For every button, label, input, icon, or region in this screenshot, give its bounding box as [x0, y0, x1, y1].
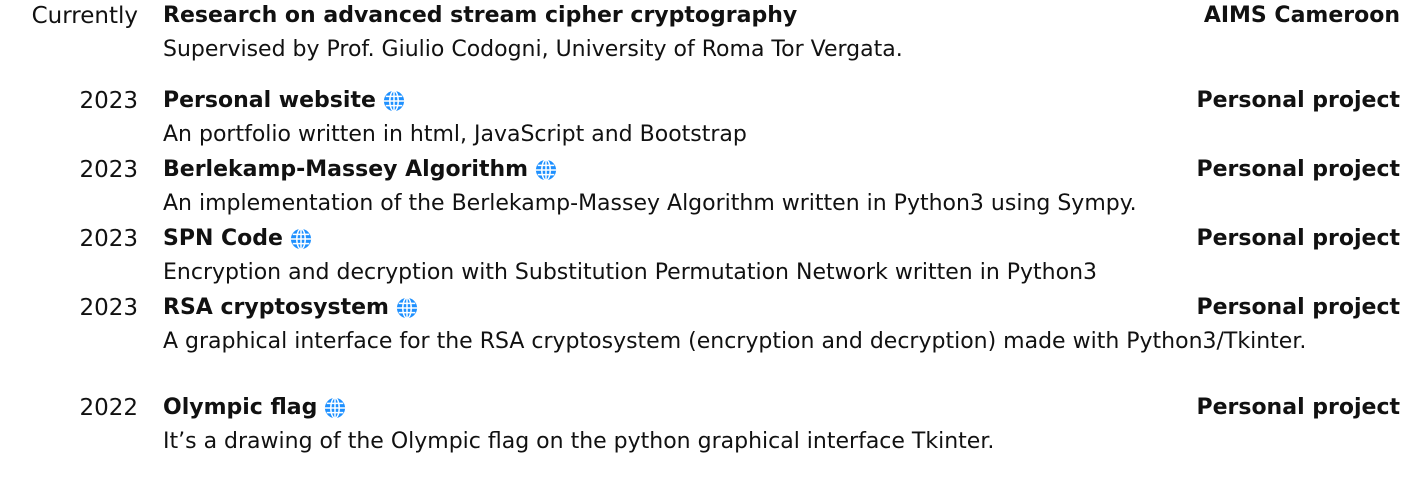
entry-description: An implementation of the Berlekamp-Masse… — [163, 191, 1137, 216]
entry-title-wrap: SPN Code — [163, 223, 313, 255]
entry-date: 2023 — [79, 226, 138, 252]
entry-title: Berlekamp-Massey Algorithm — [163, 157, 529, 182]
entry-title-wrap: Olympic flag — [163, 392, 347, 424]
entry-title: RSA cryptosystem — [163, 295, 389, 320]
entry-title: Olympic flag — [163, 395, 318, 420]
entry-title: SPN Code — [163, 226, 283, 251]
entry-organization: Personal project — [1196, 157, 1400, 182]
entry-date: 2022 — [79, 395, 138, 421]
globe-icon[interactable] — [382, 89, 406, 113]
entry-date: Currently — [31, 3, 138, 29]
entry-description: It’s a drawing of the Olympic flag on th… — [163, 429, 995, 454]
entry-date: 2023 — [79, 295, 138, 321]
entry-title-wrap: RSA cryptosystem — [163, 292, 419, 324]
entry-title: Personal website — [163, 88, 376, 113]
entry-title-row: SPN Code Personal project — [163, 223, 1400, 255]
entry-description: Supervised by Prof. Giulio Codogni, Univ… — [163, 37, 903, 62]
globe-icon[interactable] — [395, 296, 419, 320]
entry-title-row: Personal website Personal project — [163, 85, 1400, 117]
entry-title: Research on advanced stream cipher crypt… — [163, 3, 798, 28]
entry-organization: Personal project — [1196, 88, 1400, 113]
globe-icon[interactable] — [289, 227, 313, 251]
entry-title-row: Research on advanced stream cipher crypt… — [163, 0, 1400, 32]
globe-icon[interactable] — [534, 158, 558, 182]
entry-organization: Personal project — [1196, 295, 1400, 320]
globe-icon[interactable] — [323, 396, 347, 420]
entry-title-row: RSA cryptosystem Personal project — [163, 292, 1400, 324]
entry-description: A graphical interface for the RSA crypto… — [163, 329, 1307, 354]
entry-organization: Personal project — [1196, 226, 1400, 251]
entry-title-wrap: Research on advanced stream cipher crypt… — [163, 0, 797, 32]
entry-date: 2023 — [79, 88, 138, 114]
entry-title-wrap: Personal website — [163, 85, 406, 117]
entry-organization: Personal project — [1196, 395, 1400, 420]
entry-title-wrap: Berlekamp-Massey Algorithm — [163, 154, 558, 186]
entry-description: An portfolio written in html, JavaScript… — [163, 122, 747, 147]
entry-date: 2023 — [79, 157, 138, 183]
entry-title-row: Berlekamp-Massey Algorithm Personal proj… — [163, 154, 1400, 186]
entry-organization: AIMS Cameroon — [1203, 3, 1400, 28]
entry-description: Encryption and decryption with Substitut… — [163, 260, 1098, 285]
entry-title-row: Olympic flag Personal project — [163, 392, 1400, 424]
